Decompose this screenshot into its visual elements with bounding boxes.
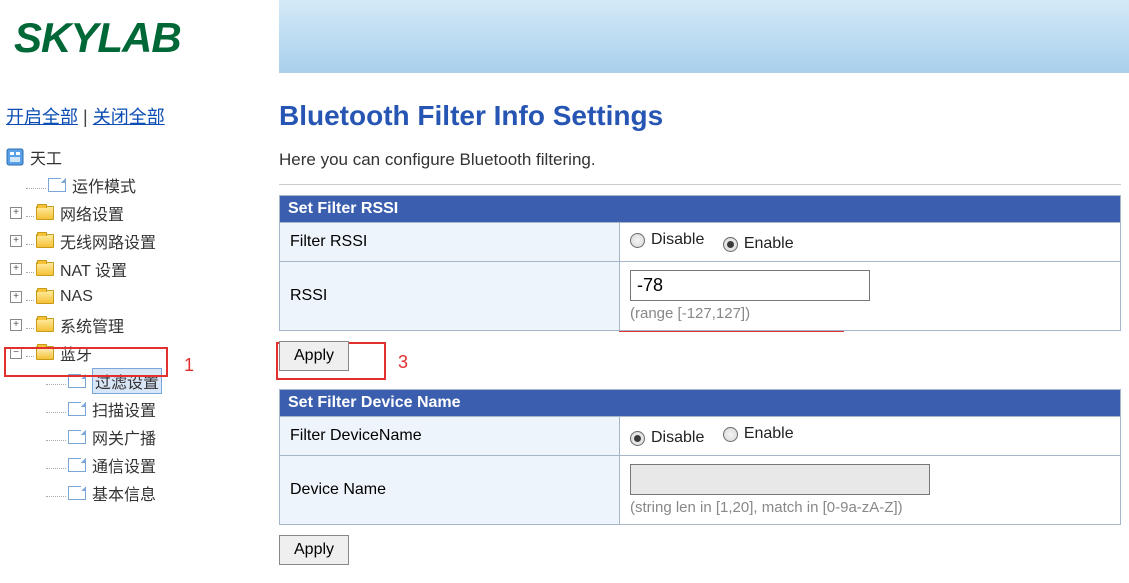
- radio-icon: [723, 237, 738, 252]
- radio-icon: [630, 233, 645, 248]
- tree-item-bluetooth[interactable]: − 蓝牙: [10, 339, 274, 367]
- devname-hint: (string len in [1,20], match in [0-9a-zA…: [630, 499, 1110, 516]
- tree-bluetooth-children: 过滤设置 扫描设置 网关广播 通信设置 基本信息: [46, 367, 274, 507]
- expander-icon[interactable]: +: [10, 207, 22, 219]
- brand-text: SKYLAB: [14, 14, 181, 61]
- page-icon: [68, 402, 86, 416]
- folder-icon: [36, 290, 54, 304]
- tree-item-basic-info[interactable]: 基本信息: [46, 479, 274, 507]
- devname-header: Set Filter Device Name: [280, 390, 1121, 417]
- tree-item-operation-mode[interactable]: 运作模式: [10, 171, 274, 199]
- expander-icon[interactable]: +: [10, 235, 22, 247]
- folder-icon: [36, 234, 54, 248]
- expander-icon[interactable]: +: [10, 291, 22, 303]
- page-icon: [68, 430, 86, 444]
- rssi-hint: (range [-127,127]): [630, 305, 1110, 322]
- annotation-label-1: 1: [184, 355, 194, 376]
- tree-item-system[interactable]: + 系统管理: [10, 311, 274, 339]
- folder-open-icon: [36, 346, 54, 360]
- close-all-link[interactable]: 关闭全部: [93, 107, 165, 127]
- radio-icon: [723, 427, 738, 442]
- page-subtitle: Here you can configure Bluetooth filteri…: [279, 150, 1121, 170]
- rssi-header: Set Filter RSSI: [280, 196, 1121, 223]
- radio-icon: [630, 431, 645, 446]
- tree-root[interactable]: 天工: [6, 143, 274, 171]
- tree-item-filter-settings[interactable]: 过滤设置: [46, 367, 274, 395]
- devname-table: Set Filter Device Name Filter DeviceName…: [279, 389, 1121, 525]
- folder-icon: [36, 262, 54, 276]
- open-all-link[interactable]: 开启全部: [6, 107, 78, 127]
- tree-item-network[interactable]: + 网络设置: [10, 199, 274, 227]
- brand-logo: SKYLAB: [14, 14, 181, 62]
- tree-toplinks: 开启全部 | 关闭全部: [6, 103, 274, 129]
- tree-item-gateway-broadcast[interactable]: 网关广播: [46, 423, 274, 451]
- rssi-disable-radio[interactable]: Disable: [630, 231, 704, 249]
- rssi-enable-radio[interactable]: Enable: [723, 235, 794, 253]
- rssi-apply-button[interactable]: Apply: [279, 341, 349, 371]
- expander-icon[interactable]: +: [10, 319, 22, 331]
- tree-root-label: 天工: [30, 145, 62, 169]
- folder-icon: [36, 318, 54, 332]
- folder-icon: [36, 206, 54, 220]
- header-banner: [279, 0, 1129, 73]
- devname-input[interactable]: [630, 464, 930, 495]
- expander-icon[interactable]: −: [10, 347, 22, 359]
- devname-row2-label: Device Name: [280, 456, 620, 525]
- globe-icon: [6, 148, 24, 166]
- rssi-input[interactable]: [630, 270, 870, 301]
- tree-item-nat[interactable]: + NAT 设置: [10, 255, 274, 283]
- devname-disable-radio[interactable]: Disable: [630, 429, 704, 447]
- expander-icon[interactable]: +: [10, 263, 22, 275]
- page-title: Bluetooth Filter Info Settings: [279, 100, 1121, 132]
- rssi-table: Set Filter RSSI Filter RSSI Disable Enab…: [279, 195, 1121, 331]
- tree-item-scan-settings[interactable]: 扫描设置: [46, 395, 274, 423]
- rssi-row2-label: RSSI: [280, 262, 620, 331]
- page-icon: [68, 374, 86, 388]
- devname-enable-radio[interactable]: Enable: [723, 425, 794, 443]
- tree-item-nas[interactable]: + NAS: [10, 283, 274, 311]
- divider: [279, 184, 1121, 185]
- page-icon: [68, 458, 86, 472]
- nav-tree: 天工 运作模式 + 网络设置 + 无线网路设置 + NAT 设置: [6, 143, 274, 507]
- page-icon: [68, 486, 86, 500]
- tree-item-wireless[interactable]: + 无线网路设置: [10, 227, 274, 255]
- devname-row1-label: Filter DeviceName: [280, 417, 620, 456]
- page-icon: [48, 178, 66, 192]
- devname-apply-button[interactable]: Apply: [279, 535, 349, 565]
- toplinks-sep: |: [83, 107, 93, 127]
- tree-item-comm-settings[interactable]: 通信设置: [46, 451, 274, 479]
- rssi-row1-label: Filter RSSI: [280, 223, 620, 262]
